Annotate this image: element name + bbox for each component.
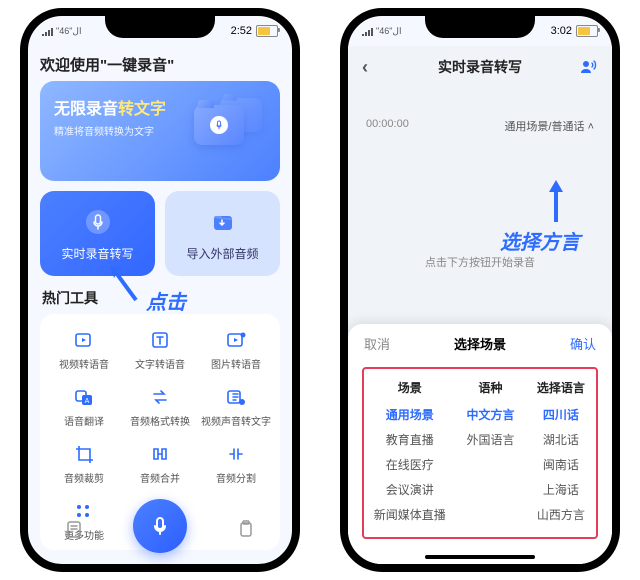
tool-convert[interactable]: 音频格式转换 [122,385,198,428]
translate-icon: A [72,385,96,409]
record-button[interactable] [133,499,187,553]
hero-banner[interactable]: 无限录音转文字 精准将音频转换为文字 [40,81,280,181]
tool-text[interactable]: 文字转语音 [122,328,198,371]
svg-text:A: A [85,398,90,405]
import-icon [206,205,240,239]
options-box: 场景 语种 选择语言 通用场景中文方言四川话教育直播外国语言湖北话在线医疗闽南话… [362,367,598,539]
signal-icon [362,27,374,36]
convert-icon [148,385,172,409]
start-hint: 点击下方按钮开始录音 [366,254,594,270]
battery-icon [576,25,598,37]
files-icon[interactable] [64,519,84,544]
tool-image[interactable]: 图片转语音 [198,328,274,371]
text-icon [148,328,172,352]
card-realtime-transcribe[interactable]: 实时录音转写 [40,191,155,276]
merge-icon [148,442,172,466]
option-row[interactable]: 在线医疗闽南话 [364,452,596,477]
section-title: 热门工具 [42,288,278,308]
phone-home: "46"ال 2:52 欢迎使用"一键录音" 无限录音转文字 精准将音频转换为文… [20,8,300,572]
top-bar: ‹ 实时录音转写 [348,46,612,88]
tool-crop[interactable]: 音频裁剪 [46,442,122,485]
welcome-title: 欢迎使用"一键录音" [40,54,280,75]
option-row[interactable]: 教育直播外国语言湖北话 [364,427,596,452]
extract-icon [224,385,248,409]
speaker-icon[interactable] [580,58,598,77]
hero-icon [192,91,266,155]
chevron-up-icon: ˄ [588,121,594,133]
crop-icon [72,442,96,466]
card-import-audio[interactable]: 导入外部音频 [165,191,280,276]
option-row[interactable]: 新闻媒体直播山西方言 [364,502,596,527]
phone-transcribe: "46"ال 3:02 ‹ 实时录音转写 00:00:00 通用场景/普通话 ˄… [340,8,620,572]
home-indicator[interactable] [425,555,535,559]
sheet-title: 选择场景 [454,334,506,353]
tool-translate[interactable]: A语音翻译 [46,385,122,428]
tool-merge[interactable]: 音频合并 [122,442,198,485]
mic-icon [81,205,115,239]
clipboard-icon[interactable] [236,519,256,544]
battery-icon [256,25,278,37]
notch [425,16,535,38]
image-icon [224,328,248,352]
tool-split[interactable]: 音频分割 [198,442,274,485]
video-icon [72,328,96,352]
notch [105,16,215,38]
option-row[interactable]: 会议演讲上海话 [364,477,596,502]
confirm-button[interactable]: 确认 [570,334,596,353]
tool-video[interactable]: 视频转语音 [46,328,122,371]
rec-timer: 00:00:00 [366,118,409,134]
option-row[interactable]: 通用场景中文方言四川话 [364,402,596,427]
mode-selector[interactable]: 通用场景/普通话 ˄ [504,118,594,134]
status-time: 2:52 [231,25,252,37]
page-title: 实时录音转写 [438,57,522,77]
signal-icon [42,27,54,36]
cancel-button[interactable]: 取消 [364,334,390,353]
split-icon [224,442,248,466]
tool-extract[interactable]: 视频声音转文字 [198,385,274,428]
bottom-bar [28,494,292,558]
scene-sheet: 取消 选择场景 确认 场景 语种 选择语言 通用场景中文方言四川话教育直播外国语… [348,324,612,564]
back-icon[interactable]: ‹ [362,57,368,78]
status-time: 3:02 [551,25,572,37]
